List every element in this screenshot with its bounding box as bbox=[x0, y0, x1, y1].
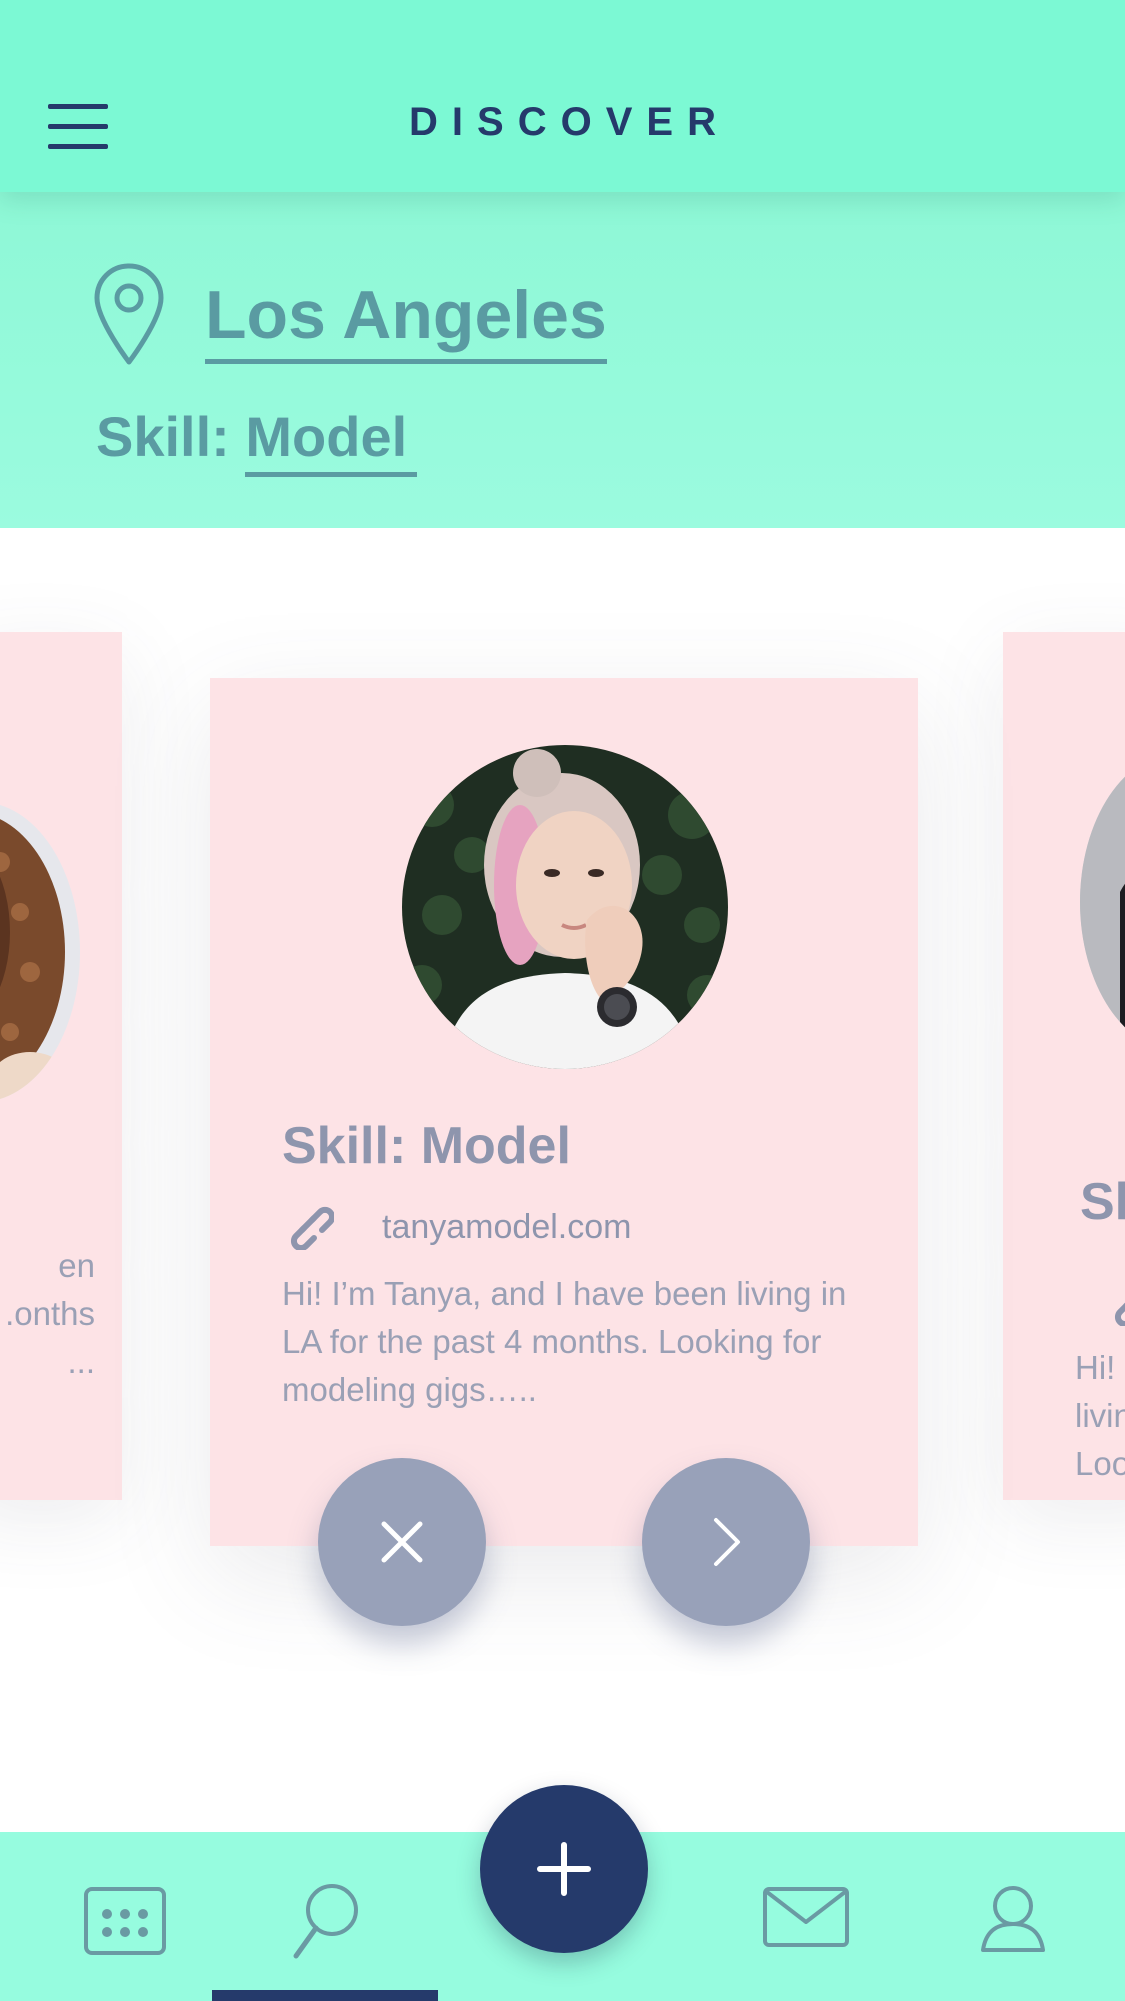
profile-avatar bbox=[1080, 752, 1125, 1052]
mail-icon[interactable] bbox=[762, 1886, 850, 1948]
skill-selector[interactable]: Model bbox=[245, 405, 418, 477]
profile-bio-previous: en onths. ... bbox=[5, 1247, 95, 1380]
profile-avatar bbox=[0, 802, 80, 1102]
active-tab-indicator bbox=[212, 1990, 438, 2001]
profile-card-next[interactable]: Sk Hi! livin Loo bbox=[1003, 632, 1125, 1500]
page-title: DISCOVER bbox=[409, 100, 730, 144]
plus-icon bbox=[537, 1842, 591, 1896]
close-icon bbox=[381, 1521, 423, 1563]
website-link[interactable]: tanyamodel.com bbox=[382, 1208, 631, 1247]
calendar-icon[interactable] bbox=[83, 1886, 167, 1956]
next-button[interactable] bbox=[642, 1458, 810, 1626]
link-icon bbox=[290, 1206, 334, 1250]
link-icon bbox=[1114, 1302, 1125, 1326]
map-pin-icon bbox=[94, 263, 164, 365]
location-selector[interactable]: Los Angeles bbox=[205, 279, 607, 365]
profile-skill: Skill: Model bbox=[282, 1117, 571, 1175]
search-icon[interactable] bbox=[292, 1880, 362, 1960]
add-button[interactable] bbox=[480, 1785, 648, 1953]
profile-bio: Hi! I’m Tanya, and I have been living in… bbox=[282, 1275, 847, 1408]
filter-panel: Los Angeles Skill: Model bbox=[0, 192, 1125, 528]
profile-carousel[interactable]: en onths. ... Sk Hi! livin Loo bbox=[0, 528, 1125, 1832]
profile-avatar bbox=[402, 745, 728, 1069]
profile-skill-next: Sk bbox=[1080, 1173, 1125, 1231]
reject-button[interactable] bbox=[318, 1458, 486, 1626]
profile-bio-next: Hi! livin Loo bbox=[1075, 1349, 1125, 1482]
skill-filter-label: Skill: bbox=[96, 405, 230, 468]
profile-card-current[interactable]: Skill: Model tanyamodel.com Hi! I’m Tany… bbox=[210, 678, 918, 1546]
profile-icon[interactable] bbox=[980, 1884, 1046, 1954]
profile-card-previous[interactable]: en onths. ... bbox=[0, 632, 122, 1500]
chevron-right-icon bbox=[714, 1518, 740, 1566]
skill-filter: Skill: Model bbox=[96, 405, 418, 477]
app-header: DISCOVER bbox=[0, 0, 1125, 192]
